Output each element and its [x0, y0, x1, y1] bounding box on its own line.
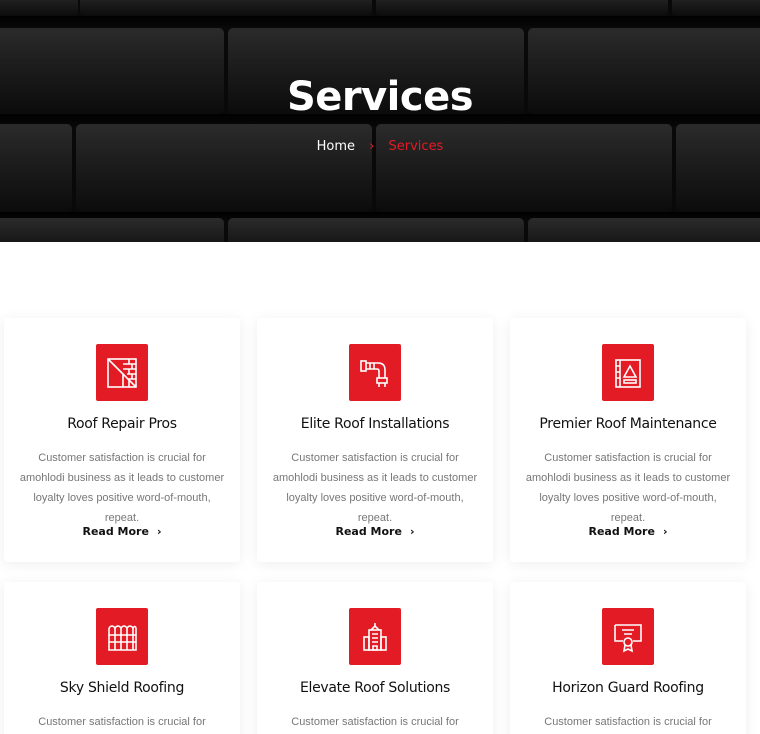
- read-more-label: Read More: [82, 525, 149, 538]
- certificate-icon: [602, 608, 654, 665]
- read-more-label: Read More: [335, 525, 402, 538]
- service-card: Horizon Guard Roofing Customer satisfact…: [510, 582, 746, 734]
- read-more-link[interactable]: Read More ›: [4, 525, 240, 538]
- service-description: Customer satisfaction is crucial for amo…: [525, 452, 731, 524]
- chevron-right-icon: ›: [409, 525, 415, 538]
- read-more-label: Read More: [588, 525, 655, 538]
- pipe-icon: [349, 344, 401, 401]
- chevron-right-icon: ›: [662, 525, 668, 538]
- service-title: Elevate Roof Solutions: [299, 680, 451, 696]
- service-title: Elite Roof Installations: [300, 416, 450, 432]
- service-card: Elite Roof Installations Customer satisf…: [257, 318, 493, 562]
- service-title: Premier Roof Maintenance: [539, 416, 717, 432]
- hero-background-tiles: [0, 0, 760, 242]
- page-hero: Services Home › Services: [0, 0, 760, 242]
- page-title: Services: [286, 74, 474, 120]
- breadcrumb-chevron-icon: ›: [369, 139, 375, 154]
- breadcrumb: Home › Services: [0, 139, 760, 154]
- roof-tiles-icon: [96, 608, 148, 665]
- service-description: Customer satisfaction is crucial for amo…: [19, 452, 225, 524]
- service-card: Sky Shield Roofing Customer satisfaction…: [4, 582, 240, 734]
- read-more-link[interactable]: Read More ›: [257, 525, 493, 538]
- service-description: Customer satisfaction is crucial for amo…: [291, 716, 459, 728]
- service-card: Roof Repair Pros Customer satisfaction i…: [4, 318, 240, 562]
- service-card: Premier Roof Maintenance Customer satisf…: [510, 318, 746, 562]
- chevron-right-icon: ›: [156, 525, 162, 538]
- read-more-link[interactable]: Read More ›: [510, 525, 746, 538]
- roof-panel-icon: [602, 344, 654, 401]
- breadcrumb-home-link[interactable]: Home: [317, 139, 355, 154]
- service-title: Sky Shield Roofing: [59, 680, 185, 696]
- breadcrumb-current: Services: [388, 139, 444, 154]
- service-description: Customer satisfaction is crucial for amo…: [38, 716, 206, 728]
- service-description: Customer satisfaction is crucial for amo…: [272, 452, 478, 524]
- building-icon: [349, 608, 401, 665]
- service-card: Elevate Roof Solutions Customer satisfac…: [257, 582, 493, 734]
- service-title: Horizon Guard Roofing: [552, 680, 704, 696]
- service-description: Customer satisfaction is crucial for amo…: [544, 716, 712, 728]
- service-title: Roof Repair Pros: [67, 416, 177, 432]
- brick-wall-icon: [96, 344, 148, 401]
